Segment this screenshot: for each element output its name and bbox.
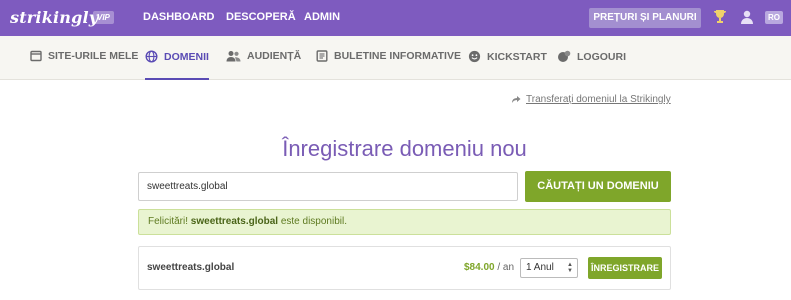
domain-search-input[interactable]: [138, 172, 518, 201]
strikingly-logo[interactable]: strikingly: [10, 8, 98, 27]
tab-audience[interactable]: AUDIENȚĂ: [226, 50, 301, 62]
logo-icon: [558, 50, 571, 62]
active-tab-indicator: [145, 78, 209, 80]
domain-result-row: sweettreats.global $84.00 / an 1 Anul ▲ ▼…: [138, 246, 671, 290]
tab-kickstart[interactable]: KICKSTART: [468, 50, 547, 63]
search-domain-button[interactable]: CĂUTAȚI UN DOMENIU: [525, 171, 671, 202]
selected-period: 1 Anul: [526, 262, 554, 273]
result-domain-name: sweettreats.global: [147, 262, 235, 273]
availability-prefix: Felicitări!: [148, 216, 189, 227]
tab-label: LOGOURI: [577, 50, 626, 63]
trophy-icon[interactable]: [713, 9, 727, 30]
nav-discover[interactable]: DESCOPERĂ: [226, 11, 296, 23]
vip-badge: VIP: [93, 11, 114, 24]
register-button[interactable]: ÎNREGISTRARE: [588, 257, 662, 279]
newsletter-icon: [316, 50, 328, 62]
tab-newsletters[interactable]: BULETINE INFORMATIVE: [316, 50, 461, 62]
user-icon[interactable]: [740, 9, 754, 30]
nav-admin[interactable]: ADMIN: [304, 11, 340, 23]
availability-message: Felicitări! sweettreats.global este disp…: [138, 209, 671, 235]
pricing-button[interactable]: PREȚURI ȘI PLANURI: [589, 8, 701, 28]
tab-my-sites[interactable]: SITE-URILE MELE: [30, 50, 138, 62]
availability-suffix: este disponibil.: [280, 216, 347, 227]
domain-price: $84.00 / an: [464, 262, 514, 273]
smile-icon: [468, 50, 481, 63]
tab-label: DOMENII: [164, 50, 209, 63]
transfer-domain-link[interactable]: Transferați domeniul la Strikingly: [511, 94, 671, 105]
tab-label: BULETINE INFORMATIVE: [334, 50, 461, 62]
transfer-link-text: Transferați domeniul la Strikingly: [526, 94, 671, 105]
price-amount: $84.00: [464, 262, 495, 273]
sub-navigation: SITE-URILE MELE DOMENII AUDIENȚĂ BULETIN…: [0, 36, 791, 80]
share-arrow-icon: [512, 96, 521, 103]
top-bar: strikingly VIP DASHBOARD DESCOPERĂ ADMIN…: [0, 0, 791, 36]
tab-label: SITE-URILE MELE: [48, 50, 139, 62]
registration-period-select[interactable]: 1 Anul ▲ ▼: [520, 258, 578, 278]
page-title: Înregistrare domeniu nou: [282, 136, 527, 161]
price-period: / an: [497, 262, 515, 273]
select-arrows-icon: ▲ ▼: [567, 262, 573, 274]
tab-label: KICKSTART: [487, 50, 547, 63]
window-icon: [30, 50, 42, 62]
tab-domains[interactable]: DOMENII: [145, 50, 209, 63]
language-switcher[interactable]: RO: [765, 11, 783, 24]
nav-dashboard[interactable]: DASHBOARD: [143, 11, 215, 23]
tab-label: AUDIENȚĂ: [247, 50, 302, 62]
available-domain: sweettreats.global: [190, 216, 279, 227]
users-icon: [226, 51, 241, 62]
globe-icon: [145, 50, 158, 63]
tab-logos[interactable]: LOGOURI: [557, 50, 626, 63]
